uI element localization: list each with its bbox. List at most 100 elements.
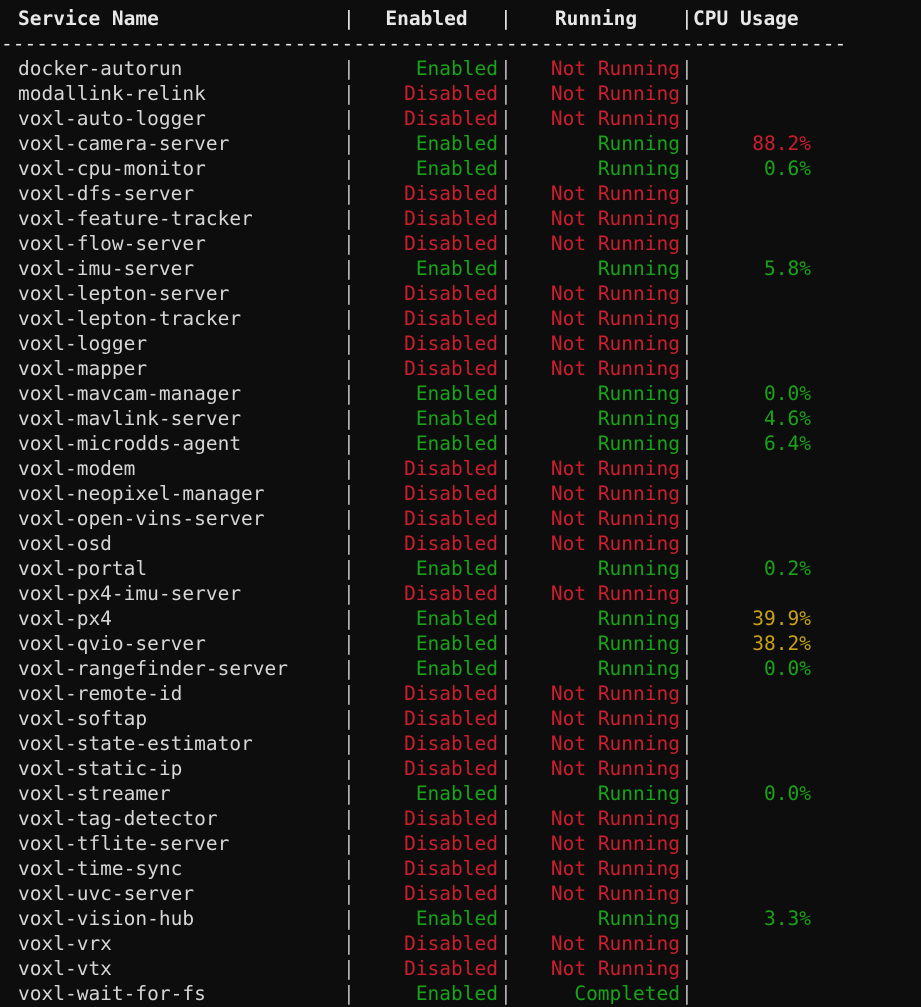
running-status-cell: Not Running: [550, 357, 680, 380]
row-separator-pipe: |: [500, 57, 512, 80]
running-status-cell: Not Running: [550, 957, 680, 980]
service-name-cell: voxl-vtx: [18, 957, 112, 980]
table-row: voxl-cpu-monitor | Enabled | Running | 0.6%: [0, 156, 921, 181]
table-row: voxl-imu-server | Enabled | Running | 5.8%: [0, 256, 921, 281]
running-status-cell: Not Running: [550, 807, 680, 830]
enabled-status-cell: Disabled: [404, 82, 498, 105]
row-separator-pipe: |: [500, 932, 512, 955]
header-divider: ----------------------------------------…: [0, 31, 921, 56]
enabled-status-cell: Enabled: [415, 57, 498, 80]
enabled-status-cell: Disabled: [404, 307, 498, 330]
enabled-status-cell: Enabled: [415, 607, 498, 630]
cpu-usage-cell: 0.0%: [764, 782, 811, 805]
table-row: voxl-lepton-server | Disabled | Not Running |: [0, 281, 921, 306]
row-separator-pipe: |: [343, 357, 355, 380]
service-name-cell: voxl-imu-server: [18, 257, 195, 280]
cpu-usage-cell: 38.2%: [752, 632, 811, 655]
row-separator-pipe: |: [681, 107, 693, 130]
column-header-cpu-usage: CPU Usage: [693, 7, 799, 30]
row-separator-pipe: |: [500, 607, 512, 630]
service-name-cell: voxl-lepton-server: [18, 282, 230, 305]
row-separator-pipe: |: [500, 207, 512, 230]
running-status-cell: Running: [597, 557, 680, 580]
table-row: voxl-tflite-server | Disabled | Not Running |: [0, 831, 921, 856]
service-name-cell: voxl-flow-server: [18, 232, 206, 255]
cpu-usage-cell: [693, 831, 811, 856]
table-header-row: Service Name | Enabled | Running | CPU U…: [0, 6, 921, 31]
cpu-usage-cell: 3.3%: [764, 907, 811, 930]
row-separator-pipe: |: [343, 857, 355, 880]
column-header-service-name: Service Name: [18, 7, 159, 30]
table-row: voxl-vtx | Disabled | Not Running |: [0, 956, 921, 981]
service-name-cell: voxl-vision-hub: [18, 907, 195, 930]
row-separator-pipe: |: [681, 882, 693, 905]
enabled-status-cell: Disabled: [404, 682, 498, 705]
row-separator-pipe: |: [343, 82, 355, 105]
service-name-cell: voxl-dfs-server: [18, 182, 195, 205]
row-separator-pipe: |: [681, 657, 693, 680]
row-separator-pipe: |: [681, 607, 693, 630]
row-separator-pipe: |: [343, 257, 355, 280]
service-name-cell: voxl-qvio-server: [18, 632, 206, 655]
row-separator-pipe: |: [343, 982, 355, 1005]
service-name-cell: voxl-wait-for-fs: [18, 982, 206, 1005]
row-separator-pipe: |: [500, 282, 512, 305]
row-separator-pipe: |: [681, 457, 693, 480]
service-name-cell: voxl-lepton-tracker: [18, 307, 242, 330]
row-separator-pipe: |: [343, 782, 355, 805]
row-separator-pipe: |: [500, 982, 512, 1005]
row-separator-pipe: |: [681, 157, 693, 180]
enabled-status-cell: Disabled: [404, 232, 498, 255]
row-separator-pipe: |: [681, 832, 693, 855]
row-separator-pipe: |: [681, 682, 693, 705]
cpu-usage-cell: [693, 956, 811, 981]
enabled-status-cell: Disabled: [404, 757, 498, 780]
cpu-usage-cell: [693, 856, 811, 881]
table-row: voxl-remote-id | Disabled | Not Running |: [0, 681, 921, 706]
enabled-status-cell: Disabled: [404, 507, 498, 530]
service-name-cell: voxl-portal: [18, 557, 148, 580]
running-status-cell: Not Running: [550, 707, 680, 730]
service-name-cell: voxl-auto-logger: [18, 107, 206, 130]
row-separator-pipe: |: [343, 832, 355, 855]
table-row: voxl-px4 | Enabled | Running | 39.9%: [0, 606, 921, 631]
row-separator-pipe: |: [500, 357, 512, 380]
service-name-cell: voxl-cpu-monitor: [18, 157, 206, 180]
row-separator-pipe: |: [343, 632, 355, 655]
cpu-usage-cell: [693, 181, 811, 206]
row-separator-pipe: |: [681, 932, 693, 955]
row-separator-pipe: |: [681, 257, 693, 280]
cpu-usage-cell: 39.9%: [752, 607, 811, 630]
row-separator-pipe: |: [681, 507, 693, 530]
cpu-usage-cell: [693, 206, 811, 231]
row-separator-pipe: |: [500, 307, 512, 330]
row-separator-pipe: |: [681, 82, 693, 105]
row-separator-pipe: |: [681, 857, 693, 880]
service-name-cell: voxl-open-vins-server: [18, 507, 265, 530]
cpu-usage-cell: [693, 581, 811, 606]
running-status-cell: Not Running: [550, 482, 680, 505]
row-separator-pipe: |: [500, 182, 512, 205]
row-separator-pipe: |: [681, 232, 693, 255]
service-name-cell: voxl-camera-server: [18, 132, 230, 155]
row-separator-pipe: |: [343, 932, 355, 955]
running-status-cell: Not Running: [550, 757, 680, 780]
cpu-usage-cell: [693, 356, 811, 381]
enabled-status-cell: Enabled: [415, 382, 498, 405]
cpu-usage-cell: [693, 706, 811, 731]
service-name-cell: voxl-static-ip: [18, 757, 183, 780]
running-status-cell: Running: [597, 657, 680, 680]
row-separator-pipe: |: [681, 807, 693, 830]
table-row: voxl-softap | Disabled | Not Running |: [0, 706, 921, 731]
service-name-cell: voxl-feature-tracker: [18, 207, 253, 230]
running-status-cell: Not Running: [550, 232, 680, 255]
service-name-cell: voxl-softap: [18, 707, 148, 730]
running-status-cell: Completed: [574, 982, 680, 1005]
running-status-cell: Not Running: [550, 682, 680, 705]
row-separator-pipe: |: [343, 382, 355, 405]
running-status-cell: Not Running: [550, 457, 680, 480]
cpu-usage-cell: [693, 981, 811, 1006]
row-separator-pipe: |: [681, 207, 693, 230]
row-separator-pipe: |: [343, 657, 355, 680]
enabled-status-cell: Enabled: [415, 657, 498, 680]
